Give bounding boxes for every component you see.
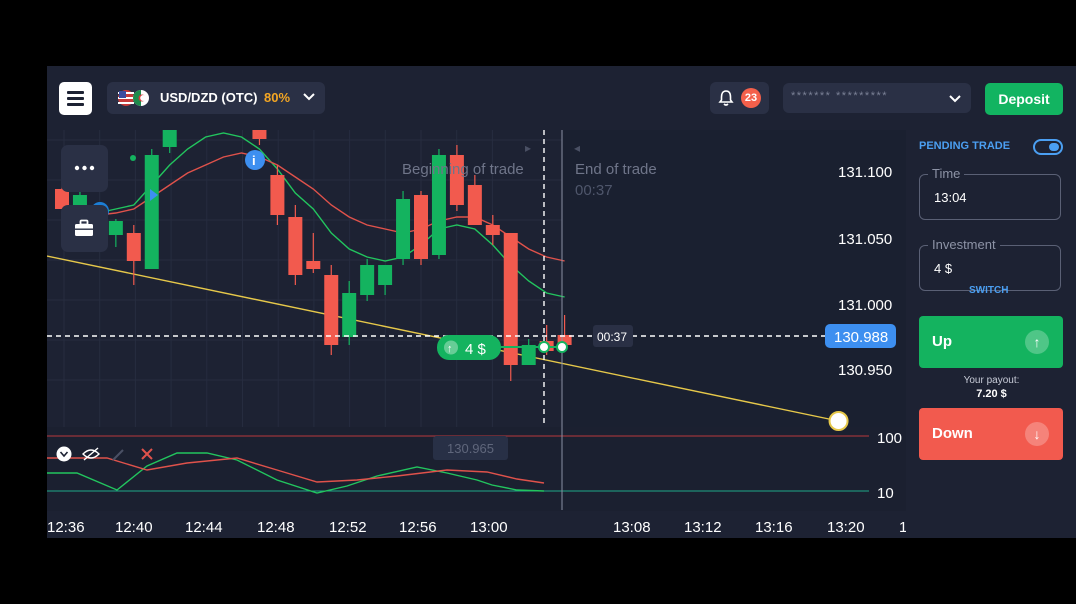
trade-panel: PENDING TRADE Time 13:04 Investment 4 $ … bbox=[907, 130, 1076, 538]
eye-icon[interactable] bbox=[56, 446, 72, 462]
payout-label: Your payout: bbox=[963, 375, 1020, 386]
arrow-down-icon: ↓ bbox=[1025, 422, 1049, 446]
price-axis-label: 131.000 bbox=[838, 297, 892, 314]
candle[interactable] bbox=[162, 85, 177, 147]
briefcase-icon bbox=[75, 219, 93, 236]
trend-line-handle[interactable] bbox=[828, 411, 849, 431]
chart-canvas[interactable]: 100 10 ▸ ◂ Beginning of trade End of trade 00:… bbox=[47, 66, 907, 538]
time-axis-label: 1 bbox=[899, 519, 906, 536]
time-axis-label: 12:52 bbox=[329, 519, 367, 536]
time-axis-label: 13:00 bbox=[470, 519, 508, 536]
candle[interactable] bbox=[144, 155, 159, 269]
time-axis-label: 12:40 bbox=[115, 519, 153, 536]
time-axis-label: 13:16 bbox=[755, 519, 793, 536]
time-axis-label: 13:12 bbox=[684, 519, 722, 536]
candle[interactable] bbox=[126, 233, 141, 261]
account-selector[interactable]: ******* ********* bbox=[783, 83, 971, 113]
oscillator-axis-label: 100 bbox=[877, 430, 902, 447]
down-button[interactable]: Down ↓ bbox=[919, 408, 1063, 460]
top-bar: USD/DZD (OTC) 80% 23 ******* ********* D… bbox=[47, 66, 1076, 130]
time-axis-label: 13:08 bbox=[613, 519, 651, 536]
oscillator-axis-label: 10 bbox=[877, 485, 894, 502]
chart-settings-button[interactable] bbox=[61, 145, 108, 192]
trade-marker-point bbox=[538, 341, 550, 353]
candle[interactable] bbox=[270, 175, 285, 215]
deposit-button[interactable]: Deposit bbox=[985, 83, 1063, 115]
trade-countdown: 00:37 bbox=[575, 182, 613, 199]
candle[interactable] bbox=[485, 225, 500, 235]
timer-badge: 00:37 bbox=[597, 330, 627, 344]
menu-button[interactable] bbox=[59, 82, 92, 115]
price-chart[interactable]: 100 10 ▸ ◂ Beginning of trade End of trade 00:… bbox=[47, 66, 907, 538]
candle[interactable] bbox=[342, 293, 357, 337]
time-axis-label: 12:56 bbox=[399, 519, 437, 536]
time-value: 13:04 bbox=[934, 190, 967, 205]
time-axis-label: 12:44 bbox=[185, 519, 223, 536]
current-price-badge: 130.988 bbox=[834, 329, 888, 346]
portfolio-button[interactable] bbox=[61, 205, 108, 252]
candle[interactable] bbox=[467, 185, 482, 225]
price-axis-label: 131.050 bbox=[838, 231, 892, 248]
asset-name: USD/DZD (OTC) bbox=[160, 90, 258, 105]
arrow-up-icon: ↑ bbox=[1025, 330, 1049, 354]
candle[interactable] bbox=[288, 217, 303, 275]
trade-marker-end-point bbox=[556, 341, 568, 353]
trade-marker-amount: 4 $ bbox=[465, 341, 487, 358]
candle[interactable] bbox=[396, 199, 411, 259]
candle[interactable] bbox=[503, 233, 518, 365]
time-label: Time bbox=[928, 166, 965, 181]
beginning-of-trade-label: Beginning of trade bbox=[402, 161, 524, 178]
live-dot bbox=[130, 155, 136, 161]
more-dots-icon bbox=[74, 165, 95, 171]
candle[interactable] bbox=[252, 105, 267, 139]
notifications-button[interactable]: 23 bbox=[710, 82, 769, 114]
bell-icon bbox=[718, 90, 734, 106]
chevron-down-icon bbox=[303, 93, 315, 101]
end-arrow-icon: ◂ bbox=[574, 141, 580, 155]
pending-trade-toggle[interactable] bbox=[1033, 139, 1063, 155]
info-icon-glyph: i bbox=[252, 153, 256, 168]
time-axis-label: 13:20 bbox=[827, 519, 865, 536]
trade-marker-price: 130.965 bbox=[447, 441, 494, 456]
candle[interactable] bbox=[108, 221, 123, 235]
up-button[interactable]: Up ↑ bbox=[919, 316, 1063, 368]
trading-app: USD/DZD (OTC) 80% 23 ******* ********* D… bbox=[47, 66, 1076, 538]
time-axis-label: 12:36 bbox=[47, 519, 85, 536]
time-field[interactable]: Time 13:04 bbox=[919, 166, 1061, 220]
price-axis-label: 131.100 bbox=[838, 164, 892, 181]
chevron-down-icon bbox=[949, 95, 961, 103]
currency-flags-icon bbox=[118, 90, 149, 106]
investment-value: 4 $ bbox=[934, 261, 953, 276]
trade-marker-arrow: ↑ bbox=[447, 343, 453, 355]
switch-button[interactable]: SWITCH bbox=[969, 285, 1008, 296]
start-arrow-icon: ▸ bbox=[525, 141, 531, 155]
pending-trade-label: PENDING TRADE bbox=[919, 140, 1011, 152]
end-of-trade-label: End of trade bbox=[575, 161, 657, 178]
investment-label: Investment bbox=[928, 237, 1000, 252]
candle[interactable] bbox=[324, 275, 339, 345]
up-label: Up bbox=[932, 333, 952, 350]
asset-payout-percent: 80% bbox=[264, 90, 291, 105]
candle[interactable] bbox=[378, 265, 393, 285]
time-axis-label: 12:48 bbox=[257, 519, 295, 536]
asset-selector[interactable]: USD/DZD (OTC) 80% bbox=[107, 82, 325, 114]
account-balance-masked: ******* ********* bbox=[791, 90, 889, 102]
candle[interactable] bbox=[306, 261, 321, 269]
payout-value: 7.20 $ bbox=[976, 388, 1007, 400]
price-axis-label: 130.950 bbox=[838, 362, 892, 379]
candle[interactable] bbox=[414, 195, 428, 259]
down-label: Down bbox=[932, 425, 973, 442]
candle[interactable] bbox=[360, 265, 375, 295]
notification-count-badge: 23 bbox=[741, 88, 761, 108]
